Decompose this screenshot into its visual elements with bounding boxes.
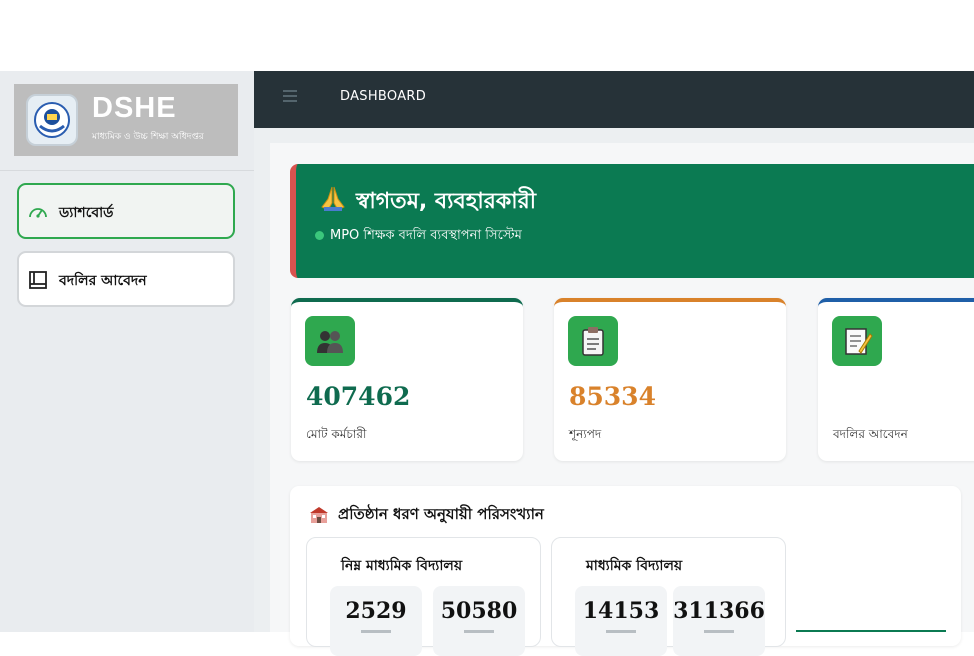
school-icon	[308, 504, 330, 526]
memo-icon	[832, 316, 882, 366]
dshe-emblem-icon	[26, 94, 78, 146]
clipboard-icon	[568, 316, 618, 366]
sidebar-item-label: বদলির আবেদন	[59, 273, 147, 289]
brand-subtitle: মাধ্যমিক ও উচ্চ শিক্ষা অধিদপ্তর	[92, 132, 204, 142]
book-icon	[27, 269, 49, 291]
stat-value: 85334	[569, 382, 656, 411]
sidebar-item-label: ড্যাশবোর্ড	[59, 205, 114, 221]
stat-value: 407462	[306, 382, 411, 411]
group-title: মাধ্যমিক বিদ্যালয়	[586, 558, 683, 574]
people-icon	[305, 316, 355, 366]
group-stat-value: 2529	[345, 598, 407, 624]
institution-group-lower-secondary[interactable]: নিম্ন মাধ্যমিক বিদ্যালয় 2529 50580	[306, 537, 541, 656]
welcome-title: স্বাগতম, ব্যবহারকারী	[356, 189, 537, 214]
stat-card-transfer-applications[interactable]: বদলির আবেদন	[818, 298, 974, 461]
group-stat-value: 311366	[673, 598, 765, 624]
group-stat-value: 14153	[582, 598, 660, 624]
stat-label: বদলির আবেদন	[833, 427, 908, 441]
hamburger-icon[interactable]	[283, 90, 297, 104]
sidebar-item-dashboard[interactable]: ড্যাশবোর্ড	[17, 183, 235, 239]
gauge-icon	[27, 201, 49, 223]
group-title: নিম্ন মাধ্যমিক বিদ্যালয়	[341, 558, 463, 574]
group-stat-box: 50580	[433, 586, 525, 656]
brand-logo[interactable]: DSHE মাধ্যমিক ও উচ্চ শিক্ষা অধিদপ্তর	[14, 84, 238, 156]
group-stat-value: 50580	[440, 598, 518, 624]
brand-title: DSHE	[92, 92, 177, 124]
sidebar-item-transfer-application[interactable]: বদলির আবেদন	[17, 251, 235, 307]
group-stat-box: 2529	[330, 586, 422, 656]
group-stat-box: 14153	[575, 586, 667, 656]
top-navbar: DASHBOARD	[254, 71, 974, 128]
stat-card-vacancies[interactable]: 85334 শূন্যপদ	[554, 298, 786, 461]
page-title: DASHBOARD	[340, 89, 427, 104]
stat-label: মোট কর্মচারী	[306, 427, 367, 441]
browser-blank-area	[0, 0, 974, 71]
group-stat-box: 311366	[673, 586, 765, 656]
institution-stats-card: প্রতিষ্ঠান ধরণ অনুযায়ী পরিসংখ্যান নিম্ন…	[290, 486, 961, 656]
sidebar: DSHE মাধ্যমিক ও উচ্চ শিক্ষা অধিদপ্তর ড্য…	[0, 71, 254, 632]
section-title: প্রতিষ্ঠান ধরণ অনুযায়ী পরিসংখ্যান	[338, 505, 544, 523]
praying-hands-icon	[318, 183, 348, 213]
stat-label: শূন্যপদ	[569, 427, 602, 441]
stat-card-total-employees[interactable]: 407462 মোট কর্মচারী	[291, 298, 523, 461]
welcome-subtitle: MPO শিক্ষক বদলি ব্যবস্থাপনা সিস্টেম	[330, 228, 522, 243]
institution-group-secondary[interactable]: মাধ্যমিক বিদ্যালয় 14153 311366	[551, 537, 786, 656]
sidebar-divider	[0, 170, 254, 171]
status-dot	[315, 231, 324, 240]
welcome-banner: স্বাগতম, ব্যবহারকারী MPO শিক্ষক বদলি ব্য…	[290, 164, 974, 278]
